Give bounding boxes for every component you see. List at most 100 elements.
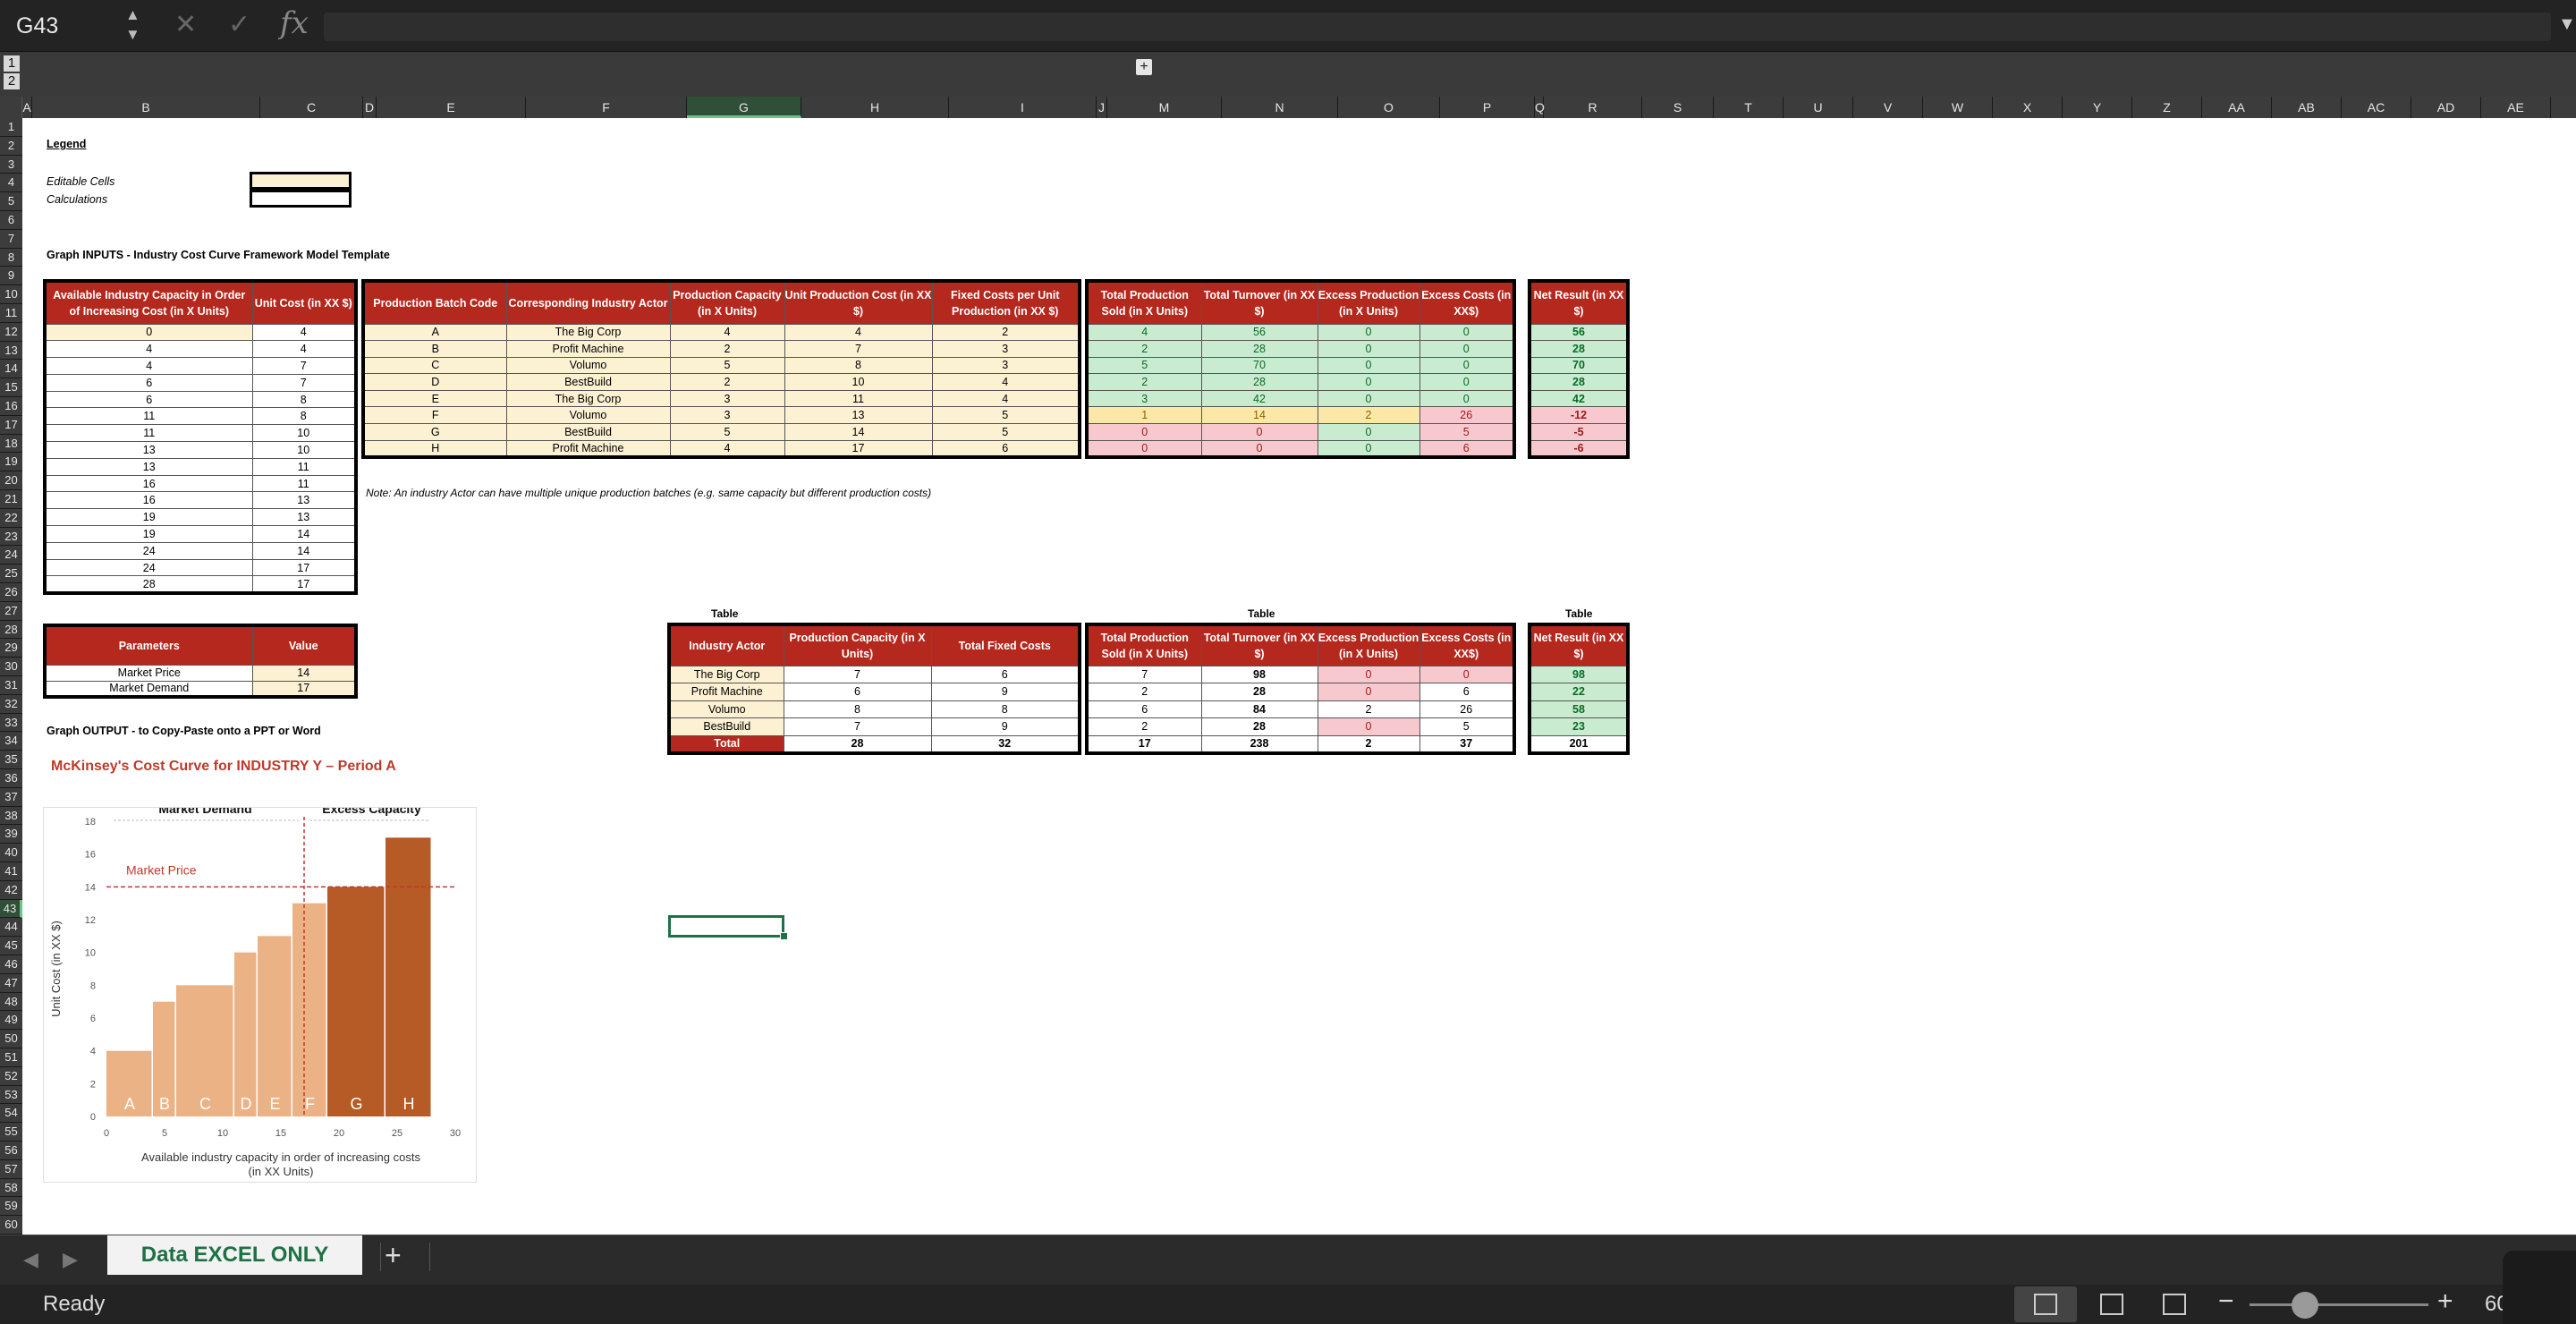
row-header-22[interactable]: 22: [0, 509, 22, 528]
capacity-cell[interactable]: 11: [44, 424, 253, 443]
row-header-59[interactable]: 59: [0, 1197, 22, 1217]
capacity-cell[interactable]: 14: [251, 541, 357, 560]
results-cell[interactable]: 2: [1317, 406, 1420, 425]
capacity-cell[interactable]: 11: [44, 407, 253, 426]
select-all-corner[interactable]: [0, 97, 22, 118]
batch-cell[interactable]: 3: [931, 340, 1080, 358]
sheet-grid[interactable]: Legend Editable Cells Calculations Graph…: [22, 118, 2576, 1235]
row-header-45[interactable]: 45: [0, 937, 22, 955]
results-cell[interactable]: 56: [1200, 323, 1318, 342]
row-header-25[interactable]: 25: [0, 564, 22, 583]
row-header-33[interactable]: 33: [0, 714, 22, 733]
column-header-r[interactable]: R: [1544, 97, 1642, 118]
batch-cell[interactable]: 3: [669, 389, 785, 408]
batch-cell[interactable]: 3: [931, 356, 1080, 375]
batch-cell[interactable]: E: [362, 389, 507, 408]
capacity-cell[interactable]: 17: [251, 575, 357, 594]
results-cell[interactable]: 14: [1200, 406, 1318, 425]
row-header-11[interactable]: 11: [0, 304, 22, 323]
column-header-j[interactable]: J: [1097, 97, 1107, 118]
column-header-e[interactable]: E: [377, 97, 526, 118]
outline-level-2-button[interactable]: 2: [4, 73, 20, 89]
row-header-13[interactable]: 13: [0, 342, 22, 361]
results-cell[interactable]: 0: [1419, 323, 1515, 342]
column-header-x[interactable]: X: [1993, 97, 2063, 118]
row-header-21[interactable]: 21: [0, 490, 22, 509]
actor-cell[interactable]: 8: [783, 700, 932, 718]
actor-results-cell[interactable]: 5: [1419, 717, 1515, 736]
results-cell[interactable]: 42: [1200, 389, 1318, 408]
row-header-30[interactable]: 30: [0, 658, 22, 676]
results-cell[interactable]: 0: [1317, 389, 1420, 408]
batch-cell[interactable]: G: [362, 423, 507, 441]
actor-net-cell[interactable]: 22: [1529, 683, 1629, 701]
row-header-15[interactable]: 15: [0, 378, 22, 397]
results-cell[interactable]: 4: [1086, 323, 1202, 342]
actor-net-total-cell[interactable]: 201: [1529, 734, 1629, 754]
batch-cell[interactable]: Profit Machine: [505, 340, 671, 358]
net-result-cell[interactable]: -6: [1529, 439, 1629, 458]
actor-cell[interactable]: 7: [783, 717, 932, 736]
batch-cell[interactable]: 2: [931, 323, 1080, 342]
batch-cell[interactable]: 4: [931, 373, 1080, 391]
capacity-cell[interactable]: 4: [44, 357, 253, 375]
actor-cell[interactable]: The Big Corp: [668, 665, 784, 683]
batch-cell[interactable]: 10: [784, 373, 933, 391]
net-result-cell[interactable]: -5: [1529, 423, 1629, 441]
actor-cell[interactable]: 9: [930, 717, 1080, 736]
batch-cell[interactable]: 4: [669, 323, 785, 342]
row-header-36[interactable]: 36: [0, 769, 22, 788]
column-header-f[interactable]: F: [526, 97, 687, 118]
row-header-52[interactable]: 52: [0, 1067, 22, 1086]
results-cell[interactable]: 0: [1317, 373, 1420, 391]
column-header-a[interactable]: A: [22, 97, 32, 118]
zoom-slider-thumb[interactable]: [2292, 1292, 2318, 1319]
results-cell[interactable]: 0: [1317, 323, 1420, 342]
actor-results-total-cell[interactable]: 17: [1086, 734, 1202, 754]
row-header-2[interactable]: 2: [0, 137, 22, 156]
row-header-29[interactable]: 29: [0, 639, 22, 658]
row-header-60[interactable]: 60: [0, 1216, 22, 1235]
capacity-cell[interactable]: 10: [251, 441, 357, 459]
column-header-n[interactable]: N: [1222, 97, 1338, 118]
column-header-h[interactable]: H: [801, 97, 949, 118]
previous-sheet-icon[interactable]: ◀: [23, 1248, 38, 1271]
row-header-12[interactable]: 12: [0, 323, 22, 342]
fill-handle[interactable]: [780, 932, 788, 940]
row-header-14[interactable]: 14: [0, 360, 22, 379]
batch-cell[interactable]: 14: [784, 423, 933, 441]
results-cell[interactable]: 0: [1317, 423, 1420, 441]
results-cell[interactable]: 0: [1200, 423, 1318, 441]
next-sheet-icon[interactable]: ▶: [63, 1248, 78, 1271]
results-cell[interactable]: 0: [1317, 340, 1420, 358]
capacity-cell[interactable]: 13: [251, 491, 357, 510]
capacity-cell[interactable]: 28: [44, 575, 253, 594]
selected-cell-g43[interactable]: [668, 915, 784, 938]
actor-results-cell[interactable]: 28: [1200, 717, 1318, 736]
add-sheet-button[interactable]: +: [385, 1239, 402, 1272]
market-demand-value[interactable]: 17: [251, 680, 357, 698]
results-cell[interactable]: 0: [1200, 439, 1318, 458]
column-header-t[interactable]: T: [1714, 97, 1784, 118]
batch-cell[interactable]: 2: [669, 340, 785, 358]
row-header-4[interactable]: 4: [0, 174, 22, 193]
capacity-cell[interactable]: 10: [251, 424, 357, 443]
column-header-z[interactable]: Z: [2132, 97, 2202, 118]
capacity-cell[interactable]: 13: [251, 508, 357, 527]
row-header-54[interactable]: 54: [0, 1104, 22, 1124]
capacity-cell[interactable]: 7: [251, 357, 357, 375]
zoom-slider[interactable]: [2250, 1303, 2428, 1306]
column-header-b[interactable]: B: [32, 97, 260, 118]
column-header-p[interactable]: P: [1440, 97, 1535, 118]
net-result-cell[interactable]: 28: [1529, 340, 1629, 358]
actor-cell[interactable]: 7: [783, 665, 932, 683]
expand-group-icon[interactable]: +: [1136, 59, 1152, 75]
zoom-in-button[interactable]: +: [2437, 1286, 2453, 1317]
capacity-cell[interactable]: 8: [251, 407, 357, 426]
capacity-cell[interactable]: 4: [251, 323, 357, 342]
results-cell[interactable]: 0: [1086, 423, 1202, 441]
actor-results-cell[interactable]: 0: [1419, 665, 1515, 683]
row-header-23[interactable]: 23: [0, 528, 22, 547]
column-header-ac[interactable]: AC: [2342, 97, 2411, 118]
batch-cell[interactable]: 2: [669, 373, 785, 391]
